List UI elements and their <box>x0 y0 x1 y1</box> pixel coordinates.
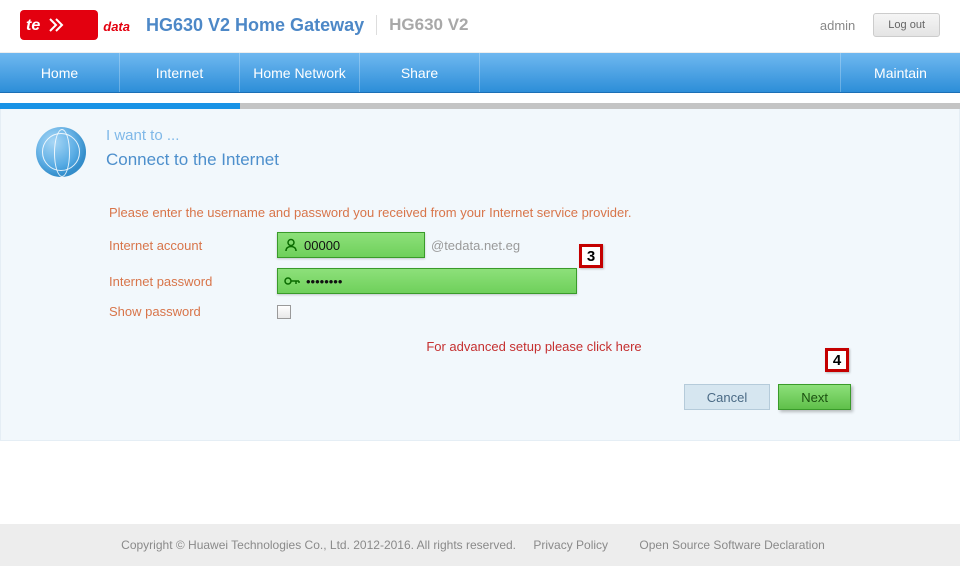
wizard-subtitle: Connect to the Internet <box>106 150 279 170</box>
logout-button[interactable]: Log out <box>873 13 940 37</box>
next-button[interactable]: Next <box>778 384 851 410</box>
account-label: Internet account <box>109 238 277 253</box>
nav-internet[interactable]: Internet <box>120 53 240 92</box>
main-nav: Home Internet Home Network Share Maintai… <box>0 53 960 93</box>
row-internet-password: Internet password •••••••• <box>109 268 959 294</box>
current-user: admin <box>820 18 855 33</box>
brand-text: data <box>103 19 130 34</box>
brand-logo: te data <box>20 10 98 40</box>
password-value: •••••••• <box>306 274 342 289</box>
footer-privacy-link[interactable]: Privacy Policy <box>533 538 608 552</box>
wizard-form: Please enter the username and password y… <box>1 205 959 354</box>
footer: Copyright © Huawei Technologies Co., Ltd… <box>0 524 960 566</box>
wizard-actions: 4 Cancel Next <box>1 384 959 410</box>
nav-home-network[interactable]: Home Network <box>240 53 360 92</box>
internet-account-input[interactable]: 00000 <box>277 232 425 258</box>
account-domain: @tedata.net.eg <box>431 238 520 253</box>
account-value: 00000 <box>304 238 340 253</box>
show-password-label: Show password <box>109 304 277 319</box>
key-icon <box>284 275 300 287</box>
product-title: HG630 V2 Home Gateway <box>146 15 364 36</box>
footer-oss-link[interactable]: Open Source Software Declaration <box>639 538 824 552</box>
wizard-intro: I want to ... Connect to the Internet <box>1 127 959 177</box>
globe-icon <box>36 127 86 177</box>
nav-home[interactable]: Home <box>0 53 120 92</box>
wizard-i-want-to: I want to ... <box>106 127 279 144</box>
svg-text:te: te <box>26 17 40 34</box>
form-instruction: Please enter the username and password y… <box>109 205 959 220</box>
wizard-progress <box>0 103 960 109</box>
nav-share[interactable]: Share <box>360 53 480 92</box>
footer-copyright: Copyright © Huawei Technologies Co., Ltd… <box>121 538 516 552</box>
title-separator <box>376 15 377 35</box>
show-password-checkbox[interactable] <box>277 305 291 319</box>
internet-password-input[interactable]: •••••••• <box>277 268 577 294</box>
header-bar: te data HG630 V2 Home Gateway HG630 V2 a… <box>0 0 960 53</box>
model-name: HG630 V2 <box>389 15 468 35</box>
nav-maintain[interactable]: Maintain <box>840 53 960 92</box>
row-show-password: Show password <box>109 304 959 319</box>
wizard-progress-fill <box>0 103 240 109</box>
callout-step-3: 3 <box>579 244 603 268</box>
cancel-button[interactable]: Cancel <box>684 384 770 410</box>
password-label: Internet password <box>109 274 277 289</box>
callout-step-4: 4 <box>825 348 849 372</box>
wizard-panel: I want to ... Connect to the Internet Pl… <box>0 109 960 441</box>
row-internet-account: Internet account 00000 @tedata.net.eg 3 <box>109 232 959 258</box>
logo-mark-icon: te <box>26 16 68 34</box>
user-icon <box>284 238 298 252</box>
